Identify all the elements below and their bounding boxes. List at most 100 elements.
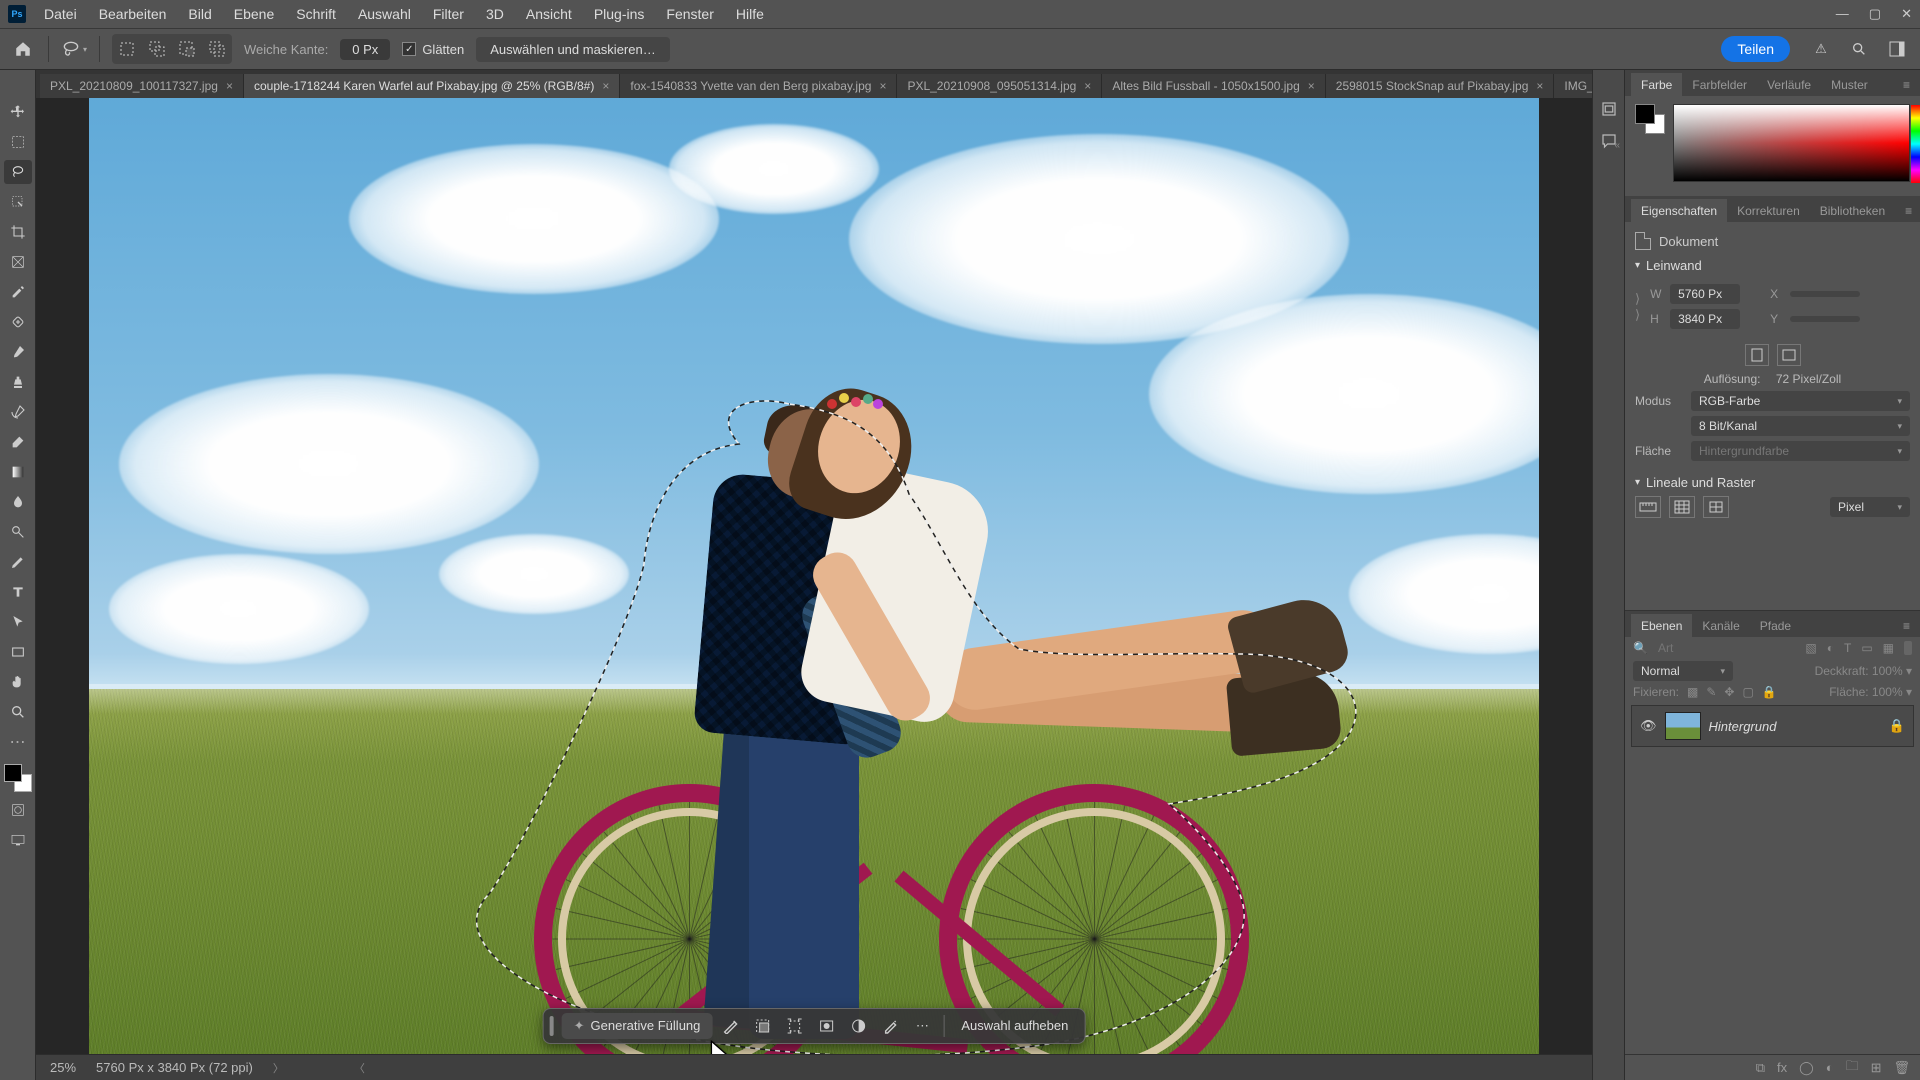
antialias-checkbox[interactable]: ✓Glätten bbox=[402, 42, 464, 57]
panel-menu-icon[interactable]: ≡ bbox=[1893, 614, 1920, 637]
orientation-portrait-icon[interactable] bbox=[1745, 344, 1769, 366]
tab-close-icon[interactable]: × bbox=[226, 79, 233, 93]
link-layers-icon[interactable]: ⧉ bbox=[1756, 1060, 1765, 1076]
menu-window[interactable]: Fenster bbox=[656, 2, 723, 26]
menu-select[interactable]: Auswahl bbox=[348, 2, 421, 26]
menu-view[interactable]: Ansicht bbox=[516, 2, 582, 26]
menu-help[interactable]: Hilfe bbox=[726, 2, 774, 26]
quick-mask-icon[interactable] bbox=[4, 798, 32, 822]
panel-tab-channels[interactable]: Kanäle bbox=[1692, 614, 1749, 637]
document-tab[interactable]: PXL_20210809_100117327.jpg× bbox=[40, 74, 244, 98]
layer-effects-icon[interactable]: fx bbox=[1777, 1060, 1787, 1075]
hand-tool-icon[interactable] bbox=[4, 670, 32, 694]
lock-transparency-icon[interactable]: ▩ bbox=[1687, 685, 1698, 699]
x-input[interactable] bbox=[1790, 291, 1860, 297]
zoom-level[interactable]: 25% bbox=[50, 1060, 76, 1075]
color-swap-icon[interactable] bbox=[4, 764, 32, 792]
transform-selection-icon[interactable] bbox=[780, 1012, 808, 1040]
object-selection-tool-icon[interactable] bbox=[4, 190, 32, 214]
filter-adjustment-icon[interactable]: ◐ bbox=[1827, 641, 1834, 655]
menu-file[interactable]: Datei bbox=[34, 2, 87, 26]
search-icon[interactable]: 🔍 bbox=[1633, 641, 1648, 655]
marquee-tool-icon[interactable] bbox=[4, 130, 32, 154]
layer-name[interactable]: Hintergrund bbox=[1709, 719, 1881, 734]
panel-tab-layers[interactable]: Ebenen bbox=[1631, 614, 1692, 637]
move-tool-icon[interactable] bbox=[4, 100, 32, 124]
panel-tab-color[interactable]: Farbe bbox=[1631, 73, 1682, 96]
tab-close-icon[interactable]: × bbox=[1536, 79, 1543, 93]
guides-toggle-icon[interactable] bbox=[1703, 496, 1729, 518]
visibility-toggle-icon[interactable]: 👁 bbox=[1640, 718, 1657, 734]
edit-toolbar-icon[interactable]: ⋯ bbox=[4, 730, 32, 754]
selection-new-icon[interactable] bbox=[114, 36, 140, 62]
alert-icon[interactable]: ⚠ bbox=[1808, 36, 1834, 62]
zoom-tool-icon[interactable] bbox=[4, 700, 32, 724]
panel-tab-swatches[interactable]: Farbfelder bbox=[1682, 73, 1757, 96]
group-layers-icon[interactable]: 🗀 bbox=[1846, 1057, 1859, 1079]
document-tab[interactable]: fox-1540833 Yvette van den Berg pixabay.… bbox=[620, 74, 897, 98]
document-tab[interactable]: PXL_20210908_095051314.jpg× bbox=[897, 74, 1102, 98]
color-mode-select[interactable]: RGB-Farbe▾ bbox=[1691, 391, 1910, 411]
panel-tab-properties[interactable]: Eigenschaften bbox=[1631, 199, 1727, 222]
eraser-tool-icon[interactable] bbox=[4, 430, 32, 454]
document-tab[interactable]: 2598015 StockSnap auf Pixabay.jpg× bbox=[1326, 74, 1555, 98]
fill-selection-icon[interactable] bbox=[844, 1012, 872, 1040]
filter-pixel-icon[interactable]: ▧ bbox=[1805, 641, 1816, 655]
remove-background-icon[interactable] bbox=[876, 1012, 904, 1040]
generative-fill-button[interactable]: ✦ Generative Füllung bbox=[562, 1013, 713, 1039]
panel-menu-icon[interactable]: ≡ bbox=[1895, 199, 1920, 222]
filter-toggle-icon[interactable] bbox=[1904, 641, 1912, 655]
layer-fill-input[interactable]: 100% bbox=[1872, 685, 1903, 699]
y-input[interactable] bbox=[1790, 316, 1860, 322]
menu-type[interactable]: Schrift bbox=[286, 2, 346, 26]
delete-layer-icon[interactable]: 🗑 bbox=[1893, 1060, 1910, 1076]
select-and-mask-button[interactable]: Auswählen und maskieren… bbox=[476, 37, 669, 62]
canvas-area[interactable]: ✦ Generative Füllung ⋯ Auswahl aufheben bbox=[36, 98, 1592, 1054]
lock-icon[interactable]: 🔒 bbox=[1889, 718, 1905, 734]
modify-selection-icon[interactable] bbox=[716, 1012, 744, 1040]
bit-depth-select[interactable]: 8 Bit/Kanal▾ bbox=[1691, 416, 1910, 436]
document-canvas[interactable]: ✦ Generative Füllung ⋯ Auswahl aufheben bbox=[89, 98, 1539, 1054]
search-icon[interactable] bbox=[1846, 36, 1872, 62]
opacity-input[interactable]: 100% bbox=[1872, 664, 1903, 678]
ruler-toggle-icon[interactable] bbox=[1635, 496, 1661, 518]
tab-close-icon[interactable]: × bbox=[602, 79, 609, 93]
fill-select[interactable]: Hintergrundfarbe▾ bbox=[1691, 441, 1910, 461]
menu-3d[interactable]: 3D bbox=[476, 2, 514, 26]
home-icon[interactable] bbox=[10, 36, 36, 62]
panel-tab-paths[interactable]: Pfade bbox=[1750, 614, 1801, 637]
screen-mode-icon[interactable] bbox=[4, 828, 32, 852]
link-dimensions-icon[interactable]: ⟩⟩ bbox=[1635, 291, 1640, 323]
share-button[interactable]: Teilen bbox=[1721, 36, 1790, 62]
filter-shape-icon[interactable]: ▭ bbox=[1861, 641, 1872, 655]
menu-image[interactable]: Bild bbox=[178, 2, 221, 26]
status-flyout-icon[interactable]: 〉 bbox=[273, 1060, 284, 1076]
frame-tool-icon[interactable] bbox=[4, 250, 32, 274]
menu-filter[interactable]: Filter bbox=[423, 2, 474, 26]
menu-plugins[interactable]: Plug-ins bbox=[584, 2, 655, 26]
clone-stamp-tool-icon[interactable] bbox=[4, 370, 32, 394]
menu-layer[interactable]: Ebene bbox=[224, 2, 284, 26]
history-brush-tool-icon[interactable] bbox=[4, 400, 32, 424]
width-input[interactable]: 5760 Px bbox=[1670, 284, 1740, 304]
deselect-button[interactable]: Auswahl aufheben bbox=[951, 1018, 1078, 1033]
blend-mode-select[interactable]: Normal▾ bbox=[1633, 661, 1733, 681]
ruler-units-select[interactable]: Pixel▾ bbox=[1830, 497, 1910, 517]
document-tab[interactable]: Altes Bild Fussball - 1050x1500.jpg× bbox=[1102, 74, 1325, 98]
eyedropper-tool-icon[interactable] bbox=[4, 280, 32, 304]
selection-add-icon[interactable] bbox=[144, 36, 170, 62]
layer-search-input[interactable] bbox=[1658, 641, 1748, 655]
lock-pixels-icon[interactable]: ✎ bbox=[1706, 685, 1716, 699]
document-info[interactable]: 5760 Px x 3840 Px (72 ppi) bbox=[96, 1060, 253, 1075]
tab-close-icon[interactable]: × bbox=[1308, 79, 1315, 93]
document-tab[interactable]: IMG_202 bbox=[1554, 74, 1592, 98]
lock-artboard-icon[interactable]: ▢ bbox=[1742, 685, 1753, 699]
new-layer-icon[interactable]: ⊞ bbox=[1871, 1060, 1882, 1076]
workspace-icon[interactable] bbox=[1884, 36, 1910, 62]
filter-type-icon[interactable]: T bbox=[1844, 641, 1851, 655]
selection-subtract-icon[interactable] bbox=[174, 36, 200, 62]
create-mask-icon[interactable] bbox=[812, 1012, 840, 1040]
panel-tab-libraries[interactable]: Bibliotheken bbox=[1810, 199, 1895, 222]
type-tool-icon[interactable] bbox=[4, 580, 32, 604]
adjustment-layer-icon[interactable]: ◐ bbox=[1826, 1060, 1834, 1075]
